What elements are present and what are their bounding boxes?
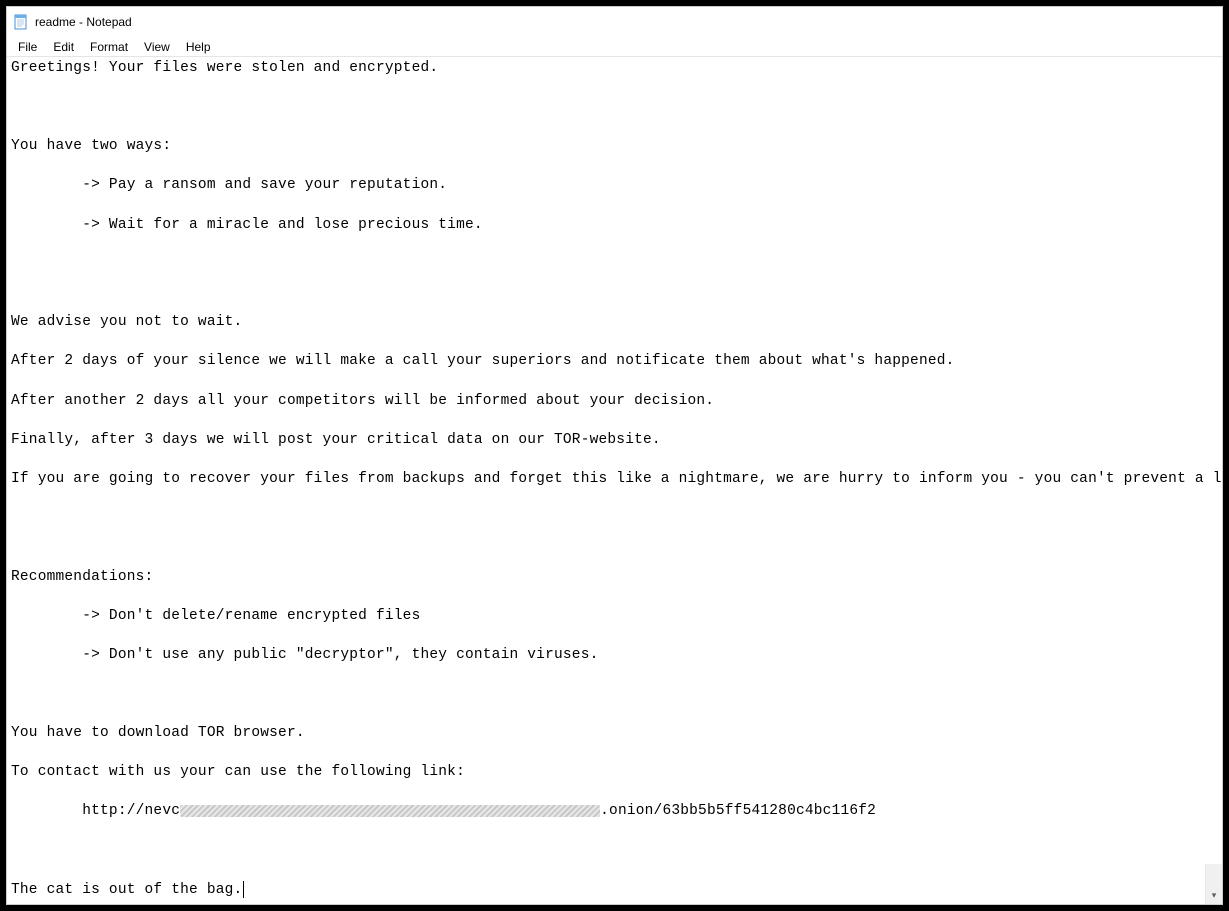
vertical-scrollbar[interactable]: ▾	[1205, 864, 1222, 904]
titlebar[interactable]: readme - Notepad	[7, 7, 1222, 37]
menu-view[interactable]: View	[137, 39, 177, 55]
menu-help[interactable]: Help	[179, 39, 218, 55]
document-text[interactable]: Greetings! Your files were stolen and en…	[7, 57, 1222, 902]
redacted-url-segment	[180, 805, 600, 817]
text-area[interactable]: Greetings! Your files were stolen and en…	[7, 57, 1222, 904]
menubar: File Edit Format View Help	[7, 37, 1222, 57]
menu-format[interactable]: Format	[83, 39, 135, 55]
notepad-window: readme - Notepad File Edit Format View H…	[6, 6, 1223, 905]
menu-edit[interactable]: Edit	[46, 39, 81, 55]
scroll-down-arrow-icon[interactable]: ▾	[1206, 887, 1222, 904]
notepad-icon	[13, 14, 29, 30]
window-title: readme - Notepad	[35, 15, 132, 29]
menu-file[interactable]: File	[11, 39, 44, 55]
text-caret	[243, 881, 244, 898]
